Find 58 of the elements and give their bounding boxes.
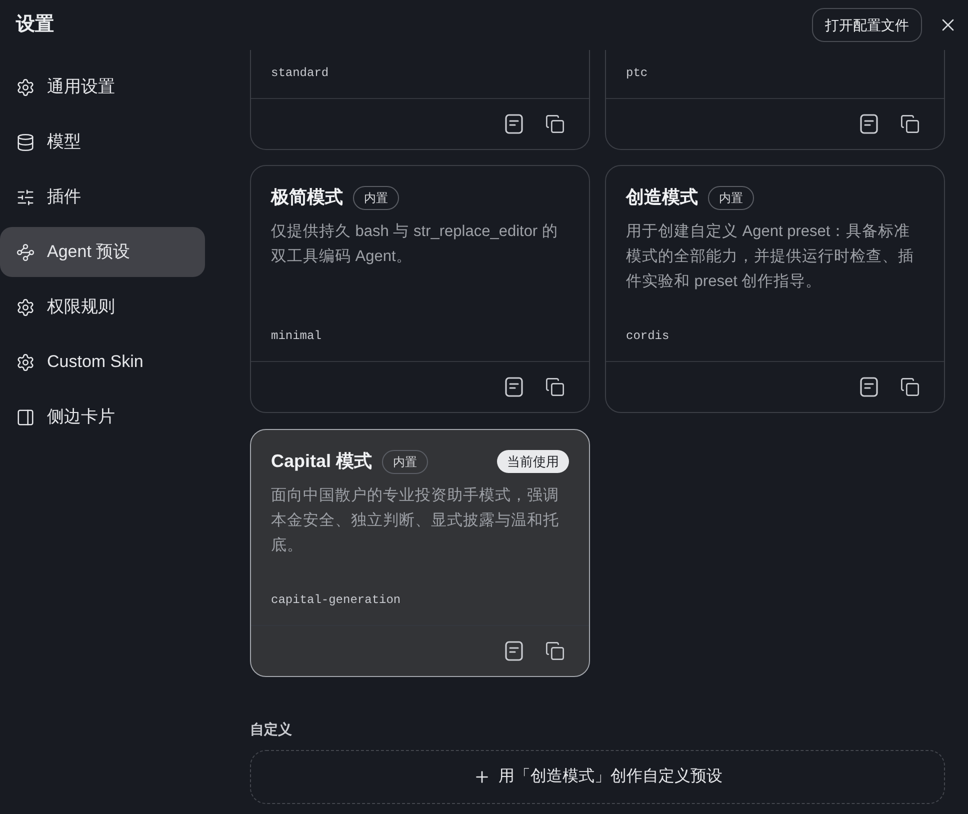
section-label: 自定义 (250, 720, 292, 739)
sidebar-item[interactable]: 模型 (0, 117, 205, 167)
copy-icon (545, 377, 565, 397)
current-tag: 当前使用 (497, 450, 569, 474)
preset-card[interactable]: 创造模式 内置 用于创建自定义 Agent preset：具备标准模式的全部能力，并提供运行时检查、插件实验和 preset 创作指导。 cordis (605, 165, 945, 413)
view-button[interactable] (503, 375, 525, 399)
view-button[interactable] (503, 639, 525, 663)
copy-icon (900, 114, 920, 134)
preset-card[interactable]: Capital 模式 内置 当前使用 面向中国散户的专业投资助手模式，强调本金安全、独立判断、显式披露与温和托底。 capital-generation (250, 429, 590, 677)
view-button[interactable] (858, 112, 880, 136)
preset-code: cordis (626, 328, 670, 345)
view-button[interactable] (858, 375, 880, 399)
note-icon (505, 377, 523, 397)
sidebar-icon (16, 188, 35, 206)
sidebar-item[interactable]: 权限规则 (0, 282, 205, 332)
builtin-tag: 内置 (382, 450, 428, 474)
copy-button[interactable] (543, 639, 567, 663)
copy-icon (545, 641, 565, 661)
window-title: 设置 (16, 12, 54, 37)
builtin-tag: 内置 (353, 186, 399, 210)
note-icon (505, 641, 523, 661)
preset-description: 用于创建自定义 Agent preset：具备标准模式的全部能力，并提供运行时检查、插件实验和 preset 创作指导。 (626, 222, 915, 292)
sidebar-icon (16, 132, 35, 152)
preset-title: 创造模式 (626, 186, 698, 209)
preset-code: ptc (626, 65, 648, 82)
preset-description: 仅提供持久 bash 与 str_replace_editor 的双工具编码 Agent。 (271, 222, 559, 267)
sidebar-icon (16, 408, 35, 426)
preset-code: capital-generation (271, 592, 401, 609)
note-icon (860, 114, 878, 134)
copy-button[interactable] (543, 112, 567, 136)
builtin-tag: 内置 (708, 186, 754, 210)
sidebar-icon (16, 242, 35, 262)
note-icon (860, 377, 878, 397)
copy-button[interactable] (898, 112, 922, 136)
copy-button[interactable] (898, 375, 922, 399)
preset-description: 面向中国散户的专业投资助手模式，强调本金安全、独立判断、显式披露与温和托底。 (271, 486, 560, 556)
open-config-button[interactable]: 打开配置文件 (812, 8, 922, 42)
sidebar-icon (16, 352, 35, 372)
sidebar-icon (16, 78, 35, 96)
sidebar-item[interactable]: 侧边卡片 (0, 392, 205, 442)
sidebar-item[interactable]: 插件 (0, 172, 205, 222)
sidebar-item[interactable]: Custom Skin (0, 337, 205, 387)
sidebar-icon (16, 298, 35, 316)
create-preset-button[interactable]: 用「创造模式」创作自定义预设 (250, 750, 945, 804)
preset-card[interactable]: 极简模式 内置 仅提供持久 bash 与 str_replace_editor 的双工具编码 Agent。 minimal (250, 165, 590, 413)
preset-code: minimal (271, 328, 322, 345)
view-button[interactable] (503, 112, 525, 136)
copy-icon (545, 114, 565, 134)
copy-icon (900, 377, 920, 397)
sidebar-item[interactable]: 通用设置 (0, 62, 205, 112)
preset-card[interactable]: ptc (605, 50, 945, 150)
note-icon (505, 114, 523, 134)
preset-title: 极简模式 (271, 186, 343, 209)
copy-button[interactable] (543, 375, 567, 399)
sidebar-item[interactable]: Agent 预设 (0, 227, 205, 277)
preset-title: Capital 模式 (271, 450, 372, 473)
preset-card[interactable]: standard (250, 50, 590, 150)
preset-code: standard (271, 65, 329, 82)
